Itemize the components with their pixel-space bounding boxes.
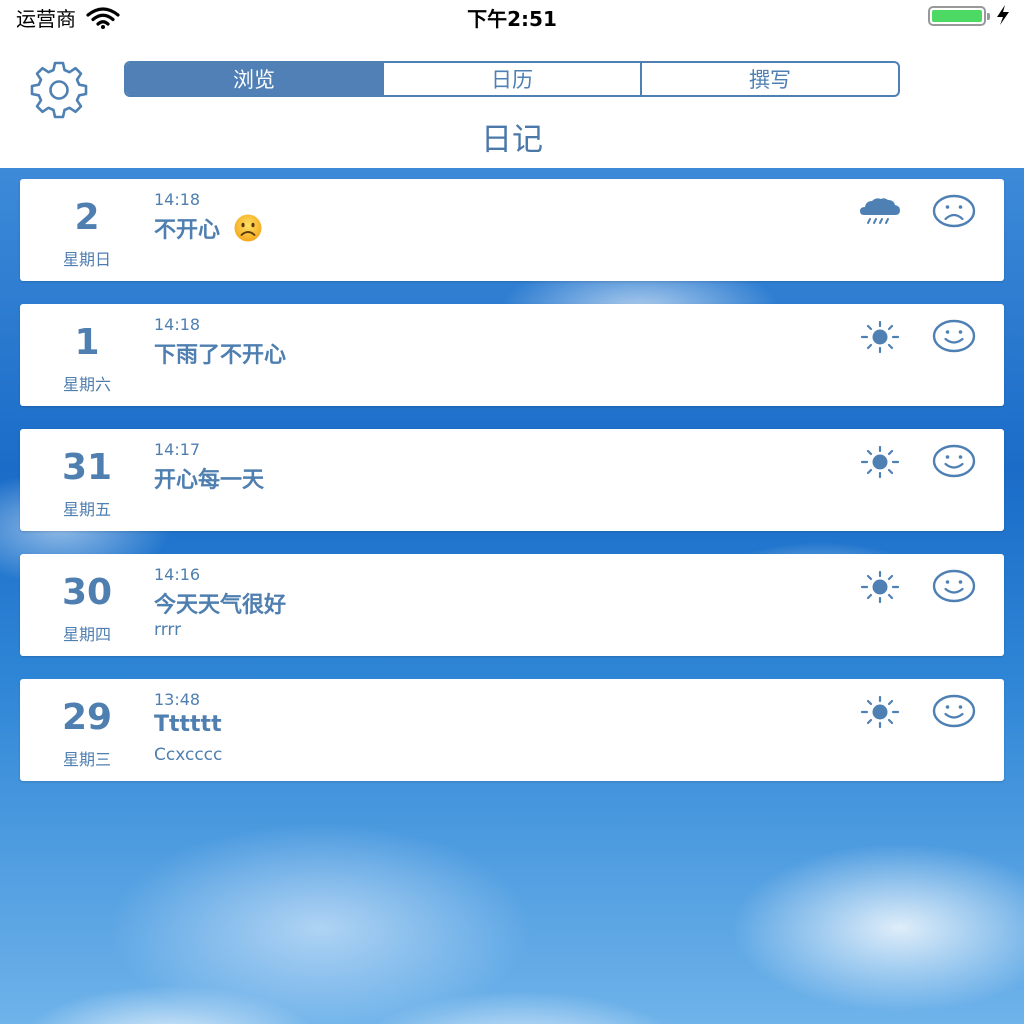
charging-bolt-icon bbox=[997, 5, 1009, 25]
gear-icon[interactable] bbox=[28, 59, 90, 121]
entry-weekday: 星期四 bbox=[62, 625, 111, 644]
smile-face-icon bbox=[932, 694, 976, 728]
entry-weekday: 星期三 bbox=[62, 750, 111, 769]
entry-title: 今天天气很好 bbox=[154, 593, 287, 618]
entry-weekday: 星期日 bbox=[62, 250, 111, 269]
entry-time: 14:18 bbox=[154, 190, 201, 209]
entry-weekday: 星期五 bbox=[62, 500, 111, 519]
status-bar: 运营商 下午2:51 bbox=[0, 0, 1024, 32]
rain-cloud-icon bbox=[860, 198, 900, 224]
entry-time: 14:16 bbox=[154, 565, 201, 584]
entry-body: rrrr bbox=[154, 620, 182, 640]
entry-title-row: 不开心 bbox=[154, 212, 268, 244]
entry-time: 13:48 bbox=[154, 690, 201, 709]
entry-day: 1 bbox=[74, 322, 100, 363]
sun-icon bbox=[860, 695, 900, 729]
sun-icon bbox=[860, 320, 900, 354]
diary-entry-card[interactable]: 30 星期四 14:16 今天天气很好 rrrr bbox=[20, 554, 1004, 656]
battery-icon bbox=[928, 6, 990, 26]
entry-title: Tttttt bbox=[154, 712, 222, 737]
diary-entry-card[interactable]: 31 星期五 14:17 开心每一天 bbox=[20, 429, 1004, 531]
smile-face-icon bbox=[932, 569, 976, 603]
frowning-face-emoji-icon bbox=[234, 214, 262, 242]
navigation-bar: 浏览 日历 撰写 日记 bbox=[0, 32, 1024, 168]
entry-time: 14:18 bbox=[154, 315, 201, 334]
entry-day: 29 bbox=[61, 697, 113, 738]
smile-face-icon bbox=[932, 319, 976, 353]
diary-entry-card[interactable]: 2 星期日 14:18 不开心 bbox=[20, 179, 1004, 281]
entry-body: Ccxcccc bbox=[154, 745, 223, 765]
tab-compose[interactable]: 撰写 bbox=[642, 63, 898, 95]
entry-day: 2 bbox=[74, 197, 100, 238]
diary-entry-card[interactable]: 1 星期六 14:18 下雨了不开心 bbox=[20, 304, 1004, 406]
view-segmented-control: 浏览 日历 撰写 bbox=[124, 61, 900, 97]
sun-icon bbox=[860, 570, 900, 604]
sky-background: 2 星期日 14:18 不开心 1 星期六 14:18 下雨了不开心 31 星期… bbox=[0, 168, 1024, 1024]
entry-time: 14:17 bbox=[154, 440, 201, 459]
sad-face-icon bbox=[932, 194, 976, 228]
tab-calendar[interactable]: 日历 bbox=[384, 63, 642, 95]
tab-browse[interactable]: 浏览 bbox=[126, 63, 384, 95]
entry-title: 下雨了不开心 bbox=[154, 343, 287, 368]
entry-title: 开心每一天 bbox=[154, 468, 265, 493]
smile-face-icon bbox=[932, 444, 976, 478]
entry-day: 30 bbox=[61, 572, 113, 613]
entry-weekday: 星期六 bbox=[62, 375, 111, 394]
battery-tip bbox=[987, 13, 990, 20]
entry-title: 不开心 bbox=[154, 218, 221, 243]
sun-icon bbox=[860, 445, 900, 479]
entry-day: 31 bbox=[61, 447, 113, 488]
diary-entry-card[interactable]: 29 星期三 13:48 Tttttt Ccxcccc bbox=[20, 679, 1004, 781]
page-title: 日记 bbox=[481, 122, 543, 158]
status-time: 下午2:51 bbox=[467, 7, 557, 31]
battery-level-fill bbox=[932, 10, 982, 22]
